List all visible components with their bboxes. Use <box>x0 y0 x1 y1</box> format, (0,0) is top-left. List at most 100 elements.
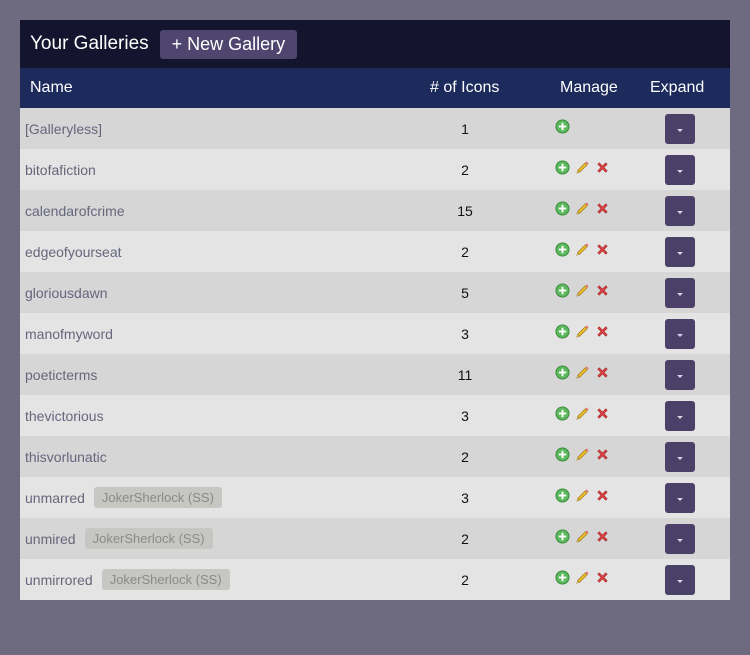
gallery-name-link[interactable]: thisvorlunatic <box>25 449 107 465</box>
delete-x-icon[interactable] <box>595 529 610 544</box>
delete-x-icon[interactable] <box>595 406 610 421</box>
manage-actions <box>555 242 610 257</box>
pencil-edit-icon[interactable] <box>575 283 590 298</box>
add-icon[interactable] <box>555 201 570 216</box>
page-title: Your Galleries <box>30 33 149 54</box>
gallery-name-link[interactable]: unmarred <box>25 490 85 506</box>
expand-button[interactable] <box>665 196 695 226</box>
pencil-edit-icon[interactable] <box>575 447 590 462</box>
add-icon[interactable] <box>555 119 570 134</box>
pencil-edit-icon[interactable] <box>575 406 590 421</box>
pencil-edit-icon[interactable] <box>575 160 590 175</box>
gallery-name-link[interactable]: gloriousdawn <box>25 285 108 301</box>
pencil-edit-icon[interactable] <box>575 529 590 544</box>
gallery-tag-badge: JokerSherlock (SS) <box>101 569 230 590</box>
table-row: thevictorious 3 <box>20 395 730 436</box>
expand-button[interactable] <box>665 483 695 513</box>
icon-count: 3 <box>461 408 469 424</box>
pencil-edit-icon[interactable] <box>575 570 590 585</box>
delete-x-icon[interactable] <box>595 365 610 380</box>
name-cell: thisvorlunatic <box>25 436 107 477</box>
add-icon[interactable] <box>555 570 570 585</box>
pencil-edit-icon[interactable] <box>575 242 590 257</box>
table-row: unmired JokerSherlock (SS) 2 <box>20 518 730 559</box>
icon-count: 2 <box>461 449 469 465</box>
gallery-name-link[interactable]: [Galleryless] <box>25 121 102 137</box>
delete-x-icon[interactable] <box>595 283 610 298</box>
table-row: [Galleryless] 1 <box>20 108 730 149</box>
expand-button[interactable] <box>665 524 695 554</box>
add-icon[interactable] <box>555 242 570 257</box>
table-row: unmarred JokerSherlock (SS) 3 <box>20 477 730 518</box>
name-cell: unmirrored JokerSherlock (SS) <box>25 559 230 600</box>
add-icon[interactable] <box>555 447 570 462</box>
add-icon[interactable] <box>555 365 570 380</box>
delete-x-icon[interactable] <box>595 242 610 257</box>
delete-x-icon[interactable] <box>595 160 610 175</box>
manage-actions <box>555 488 610 503</box>
table-row: gloriousdawn 5 <box>20 272 730 313</box>
table-row: poeticterms 11 <box>20 354 730 395</box>
column-header-expand: Expand <box>650 79 705 96</box>
delete-x-icon[interactable] <box>595 570 610 585</box>
delete-x-icon[interactable] <box>595 488 610 503</box>
expand-button[interactable] <box>665 442 695 472</box>
name-cell: thevictorious <box>25 395 104 436</box>
pencil-edit-icon[interactable] <box>575 324 590 339</box>
expand-button[interactable] <box>665 401 695 431</box>
manage-actions <box>555 283 610 298</box>
name-cell: poeticterms <box>25 354 97 395</box>
expand-button[interactable] <box>665 360 695 390</box>
manage-actions <box>555 529 610 544</box>
name-cell: edgeofyourseat <box>25 231 122 272</box>
table-row: bitofafiction 2 <box>20 149 730 190</box>
add-icon[interactable] <box>555 324 570 339</box>
table-row: calendarofcrime 15 <box>20 190 730 231</box>
gallery-name-link[interactable]: calendarofcrime <box>25 203 125 219</box>
delete-x-icon[interactable] <box>595 201 610 216</box>
pencil-edit-icon[interactable] <box>575 201 590 216</box>
delete-x-icon[interactable] <box>595 447 610 462</box>
table-row: manofmyword 3 <box>20 313 730 354</box>
gallery-table-body: [Galleryless] 1 bitofafiction 2 calendarofcr… <box>20 108 730 600</box>
delete-x-icon[interactable] <box>595 324 610 339</box>
gallery-name-link[interactable]: thevictorious <box>25 408 104 424</box>
column-header-manage: Manage <box>560 79 618 96</box>
expand-button[interactable] <box>665 237 695 267</box>
pencil-edit-icon[interactable] <box>575 488 590 503</box>
gallery-name-link[interactable]: manofmyword <box>25 326 113 342</box>
pencil-edit-icon[interactable] <box>575 365 590 380</box>
expand-button[interactable] <box>665 278 695 308</box>
new-gallery-button[interactable]: + New Gallery <box>159 29 298 59</box>
gallery-name-link[interactable]: bitofafiction <box>25 162 96 178</box>
add-icon[interactable] <box>555 160 570 175</box>
expand-button[interactable] <box>665 114 695 144</box>
manage-actions <box>555 160 610 175</box>
manage-actions <box>555 324 610 339</box>
gallery-name-link[interactable]: edgeofyourseat <box>25 244 122 260</box>
galleries-titlebar: Your Galleries + New Gallery <box>20 20 730 68</box>
gallery-name-link[interactable]: unmired <box>25 531 76 547</box>
add-icon[interactable] <box>555 406 570 421</box>
icon-count: 2 <box>461 244 469 260</box>
manage-actions <box>555 447 610 462</box>
add-icon[interactable] <box>555 283 570 298</box>
name-cell: gloriousdawn <box>25 272 108 313</box>
gallery-name-link[interactable]: poeticterms <box>25 367 97 383</box>
icon-count: 1 <box>461 121 469 137</box>
manage-actions <box>555 570 610 585</box>
table-row: unmirrored JokerSherlock (SS) 2 <box>20 559 730 600</box>
column-header-count: # of Icons <box>430 79 500 96</box>
table-row: thisvorlunatic 2 <box>20 436 730 477</box>
manage-actions <box>555 201 610 216</box>
expand-button[interactable] <box>665 155 695 185</box>
add-icon[interactable] <box>555 529 570 544</box>
add-icon[interactable] <box>555 488 570 503</box>
name-cell: bitofafiction <box>25 149 96 190</box>
gallery-name-link[interactable]: unmirrored <box>25 572 93 588</box>
name-cell: calendarofcrime <box>25 190 125 231</box>
name-cell: [Galleryless] <box>25 108 102 149</box>
manage-actions <box>555 406 610 421</box>
expand-button[interactable] <box>665 319 695 349</box>
expand-button[interactable] <box>665 565 695 595</box>
